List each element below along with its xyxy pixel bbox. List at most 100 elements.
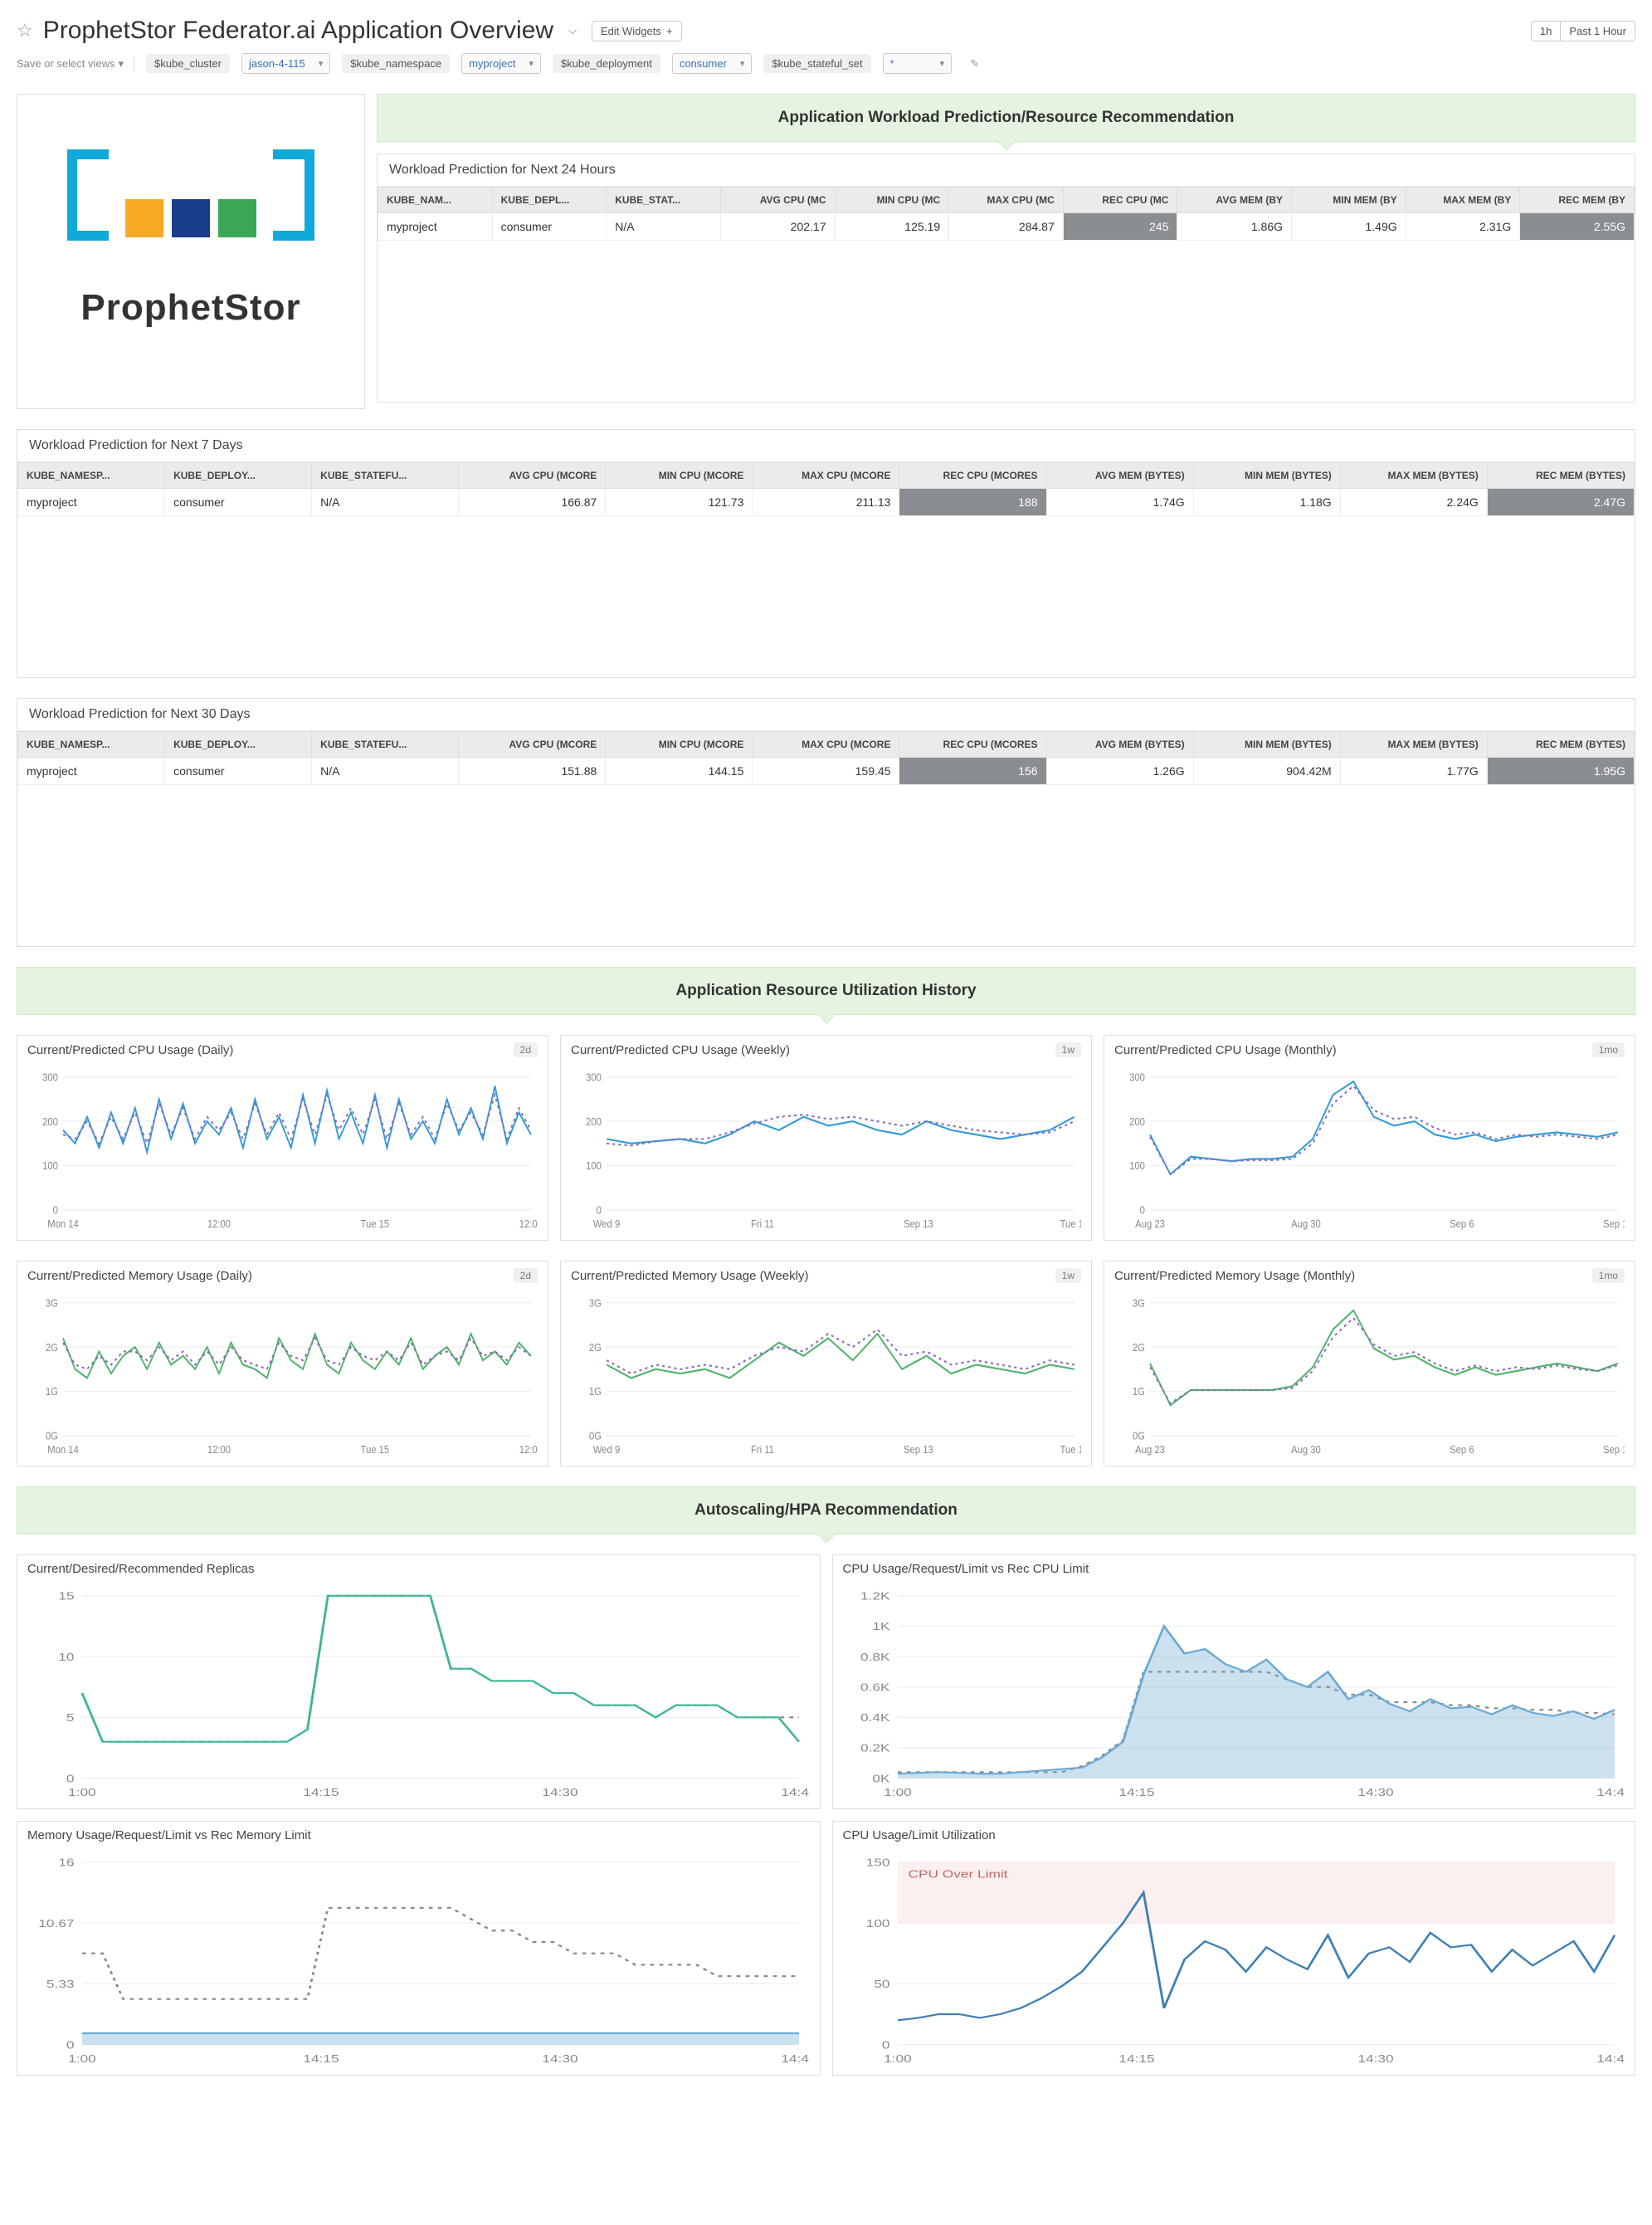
chart-title: Current/Predicted Memory Usage (Monthly) <box>1114 1269 1355 1283</box>
column-header[interactable]: KUBE_NAMESP... <box>18 463 165 489</box>
svg-text:15: 15 <box>58 1590 74 1602</box>
chart-body[interactable]: 0K0.2K0.4K0.6K0.8K1K1.2K1:0014:1514:3014… <box>833 1583 1635 1808</box>
filter-deployment-value: consumer <box>673 54 733 73</box>
column-header[interactable]: MIN MEM (BY <box>1292 188 1406 213</box>
column-header[interactable]: AVG MEM (BYTES) <box>1046 463 1193 489</box>
filter-deployment-dropdown[interactable]: consumer ▾ <box>672 53 753 74</box>
column-header[interactable]: KUBE_DEPLOY... <box>165 463 312 489</box>
svg-text:0G: 0G <box>46 1430 58 1442</box>
chart-panel: Current/Predicted Memory Usage (Weekly)1… <box>560 1261 1092 1466</box>
column-header[interactable]: AVG CPU (MCORE <box>459 732 606 758</box>
edit-filters-icon[interactable]: ✎ <box>963 57 986 71</box>
column-header[interactable]: MIN MEM (BYTES) <box>1193 463 1340 489</box>
svg-text:0.2K: 0.2K <box>860 1743 890 1754</box>
logo-square-blue <box>172 199 210 237</box>
filter-namespace-dropdown[interactable]: myproject ▾ <box>461 53 541 74</box>
svg-text:Sep 13: Sep 13 <box>1603 1443 1625 1456</box>
column-header[interactable]: AVG CPU (MCORE <box>459 463 606 489</box>
table-7d: KUBE_NAMESP...KUBE_DEPLOY...KUBE_STATEFU… <box>17 462 1635 516</box>
chart-body[interactable]: 0100200300Mon 1412:00Tue 1512:00 <box>17 1064 548 1240</box>
column-header[interactable]: MIN MEM (BYTES) <box>1193 732 1340 758</box>
column-header[interactable]: KUBE_STATEFU... <box>312 463 459 489</box>
table-cell: 1.86G <box>1177 213 1292 241</box>
chart-range-pill[interactable]: 1mo <box>1592 1268 1625 1283</box>
column-header[interactable]: MAX CPU (MCORE <box>753 732 899 758</box>
column-header[interactable]: MAX CPU (MC <box>949 188 1064 213</box>
chart-range-pill[interactable]: 1w <box>1055 1042 1081 1057</box>
column-header[interactable]: KUBE_NAM... <box>378 188 493 213</box>
table-7d-panel: Workload Prediction for Next 7 Days KUBE… <box>17 429 1635 678</box>
column-header[interactable]: MIN CPU (MCORE <box>606 463 753 489</box>
column-header[interactable]: MAX MEM (BY <box>1406 188 1520 213</box>
section-banner-utilization: Application Resource Utilization History <box>17 967 1635 1015</box>
svg-text:Aug 30: Aug 30 <box>1291 1217 1321 1230</box>
column-header[interactable]: MIN CPU (MCORE <box>606 732 753 758</box>
time-range-label-button[interactable]: Past 1 Hour <box>1560 21 1635 41</box>
chevron-down-icon[interactable]: ⌵ <box>563 24 582 37</box>
svg-text:0.6K: 0.6K <box>860 1681 890 1693</box>
chart-body[interactable]: 0G1G2G3GAug 23Aug 30Sep 6Sep 13 <box>1104 1290 1635 1466</box>
table-cell: 159.45 <box>753 758 899 785</box>
chart-title: Current/Desired/Recommended Replicas <box>27 1562 254 1576</box>
column-header[interactable]: REC MEM (BY <box>1520 188 1635 213</box>
table-cell: 166.87 <box>459 489 606 516</box>
table-30d: KUBE_NAMESP...KUBE_DEPLOY...KUBE_STATEFU… <box>17 731 1635 785</box>
column-header[interactable]: REC CPU (MCORES <box>899 463 1046 489</box>
table-cell: 1.18G <box>1193 489 1340 516</box>
filter-cluster-dropdown[interactable]: jason-4-115 ▾ <box>241 53 330 74</box>
column-header[interactable]: MIN CPU (MC <box>835 188 949 213</box>
column-header[interactable]: KUBE_NAMESP... <box>18 732 165 758</box>
column-header[interactable]: KUBE_STAT... <box>607 188 721 213</box>
chart-panel: CPU Usage/Request/Limit vs Rec CPU Limit… <box>832 1554 1636 1809</box>
svg-text:Sep 6: Sep 6 <box>1450 1443 1474 1456</box>
chart-range-pill[interactable]: 2d <box>514 1042 538 1057</box>
column-header[interactable]: MAX MEM (BYTES) <box>1340 732 1487 758</box>
favorite-star-icon[interactable]: ☆ <box>17 20 33 41</box>
column-header[interactable]: REC MEM (BYTES) <box>1487 732 1634 758</box>
chart-body[interactable]: 0100200300Aug 23Aug 30Sep 6Sep 13 <box>1104 1064 1635 1240</box>
chart-body[interactable]: 0100200300Wed 9Fri 11Sep 13Tue 15 <box>561 1064 1091 1240</box>
column-header[interactable]: KUBE_DEPL... <box>492 188 607 213</box>
chevron-down-icon: ▾ <box>119 57 124 71</box>
column-header[interactable]: MAX CPU (MCORE <box>753 463 899 489</box>
save-views-link[interactable]: Save or select views ▾ <box>17 57 134 71</box>
edit-widgets-button[interactable]: Edit Widgets + <box>592 21 682 41</box>
column-header[interactable]: KUBE_STATEFU... <box>312 732 459 758</box>
table-cell: N/A <box>312 489 459 516</box>
chevron-down-icon: ▾ <box>933 58 952 69</box>
column-header[interactable]: AVG CPU (MC <box>720 188 835 213</box>
table-cell: 904.42M <box>1193 758 1340 785</box>
svg-text:200: 200 <box>42 1115 58 1128</box>
edit-widgets-label: Edit Widgets <box>601 25 661 37</box>
column-header[interactable]: REC CPU (MC <box>1063 188 1177 213</box>
chart-body[interactable]: 0G1G2G3GMon 1412:00Tue 1512:00 <box>17 1290 548 1466</box>
table-row: myprojectconsumerN/A202.17125.19284.8724… <box>378 213 1635 241</box>
svg-text:0K: 0K <box>872 1773 890 1784</box>
chart-range-pill[interactable]: 1w <box>1055 1268 1081 1283</box>
filter-statefulset-dropdown[interactable]: * ▾ <box>883 53 953 74</box>
time-range-short-button[interactable]: 1h <box>1531 21 1561 41</box>
column-header[interactable]: MAX MEM (BYTES) <box>1340 463 1487 489</box>
table-cell: 1.95G <box>1487 758 1634 785</box>
column-header[interactable]: AVG MEM (BY <box>1177 188 1292 213</box>
svg-text:5: 5 <box>66 1712 75 1724</box>
chart-range-pill[interactable]: 2d <box>514 1268 538 1283</box>
svg-text:0: 0 <box>597 1204 602 1217</box>
chart-range-pill[interactable]: 1mo <box>1592 1042 1625 1057</box>
svg-text:0: 0 <box>1140 1204 1146 1217</box>
chevron-down-icon: ▾ <box>522 58 540 69</box>
column-header[interactable]: AVG MEM (BYTES) <box>1046 732 1193 758</box>
table-24h: KUBE_NAM...KUBE_DEPL...KUBE_STAT...AVG C… <box>378 187 1635 241</box>
svg-text:14:30: 14:30 <box>542 2053 577 2065</box>
column-header[interactable]: REC MEM (BYTES) <box>1487 463 1634 489</box>
chart-body[interactable]: 05.3310.67161:0014:1514:3014:45 <box>17 1849 820 2075</box>
svg-text:200: 200 <box>586 1115 602 1128</box>
column-header[interactable]: REC CPU (MCORES <box>899 732 1046 758</box>
svg-text:14:30: 14:30 <box>542 1787 577 1798</box>
chart-body[interactable]: 050100150CPU Over Limit1:0014:1514:3014:… <box>833 1849 1635 2075</box>
column-header[interactable]: KUBE_DEPLOY... <box>165 732 312 758</box>
chart-body[interactable]: 0510151:0014:1514:3014:45 <box>17 1583 820 1808</box>
chart-body[interactable]: 0G1G2G3GWed 9Fri 11Sep 13Tue 15 <box>561 1290 1091 1466</box>
table-cell: 284.87 <box>949 213 1064 241</box>
table-cell: N/A <box>607 213 721 241</box>
